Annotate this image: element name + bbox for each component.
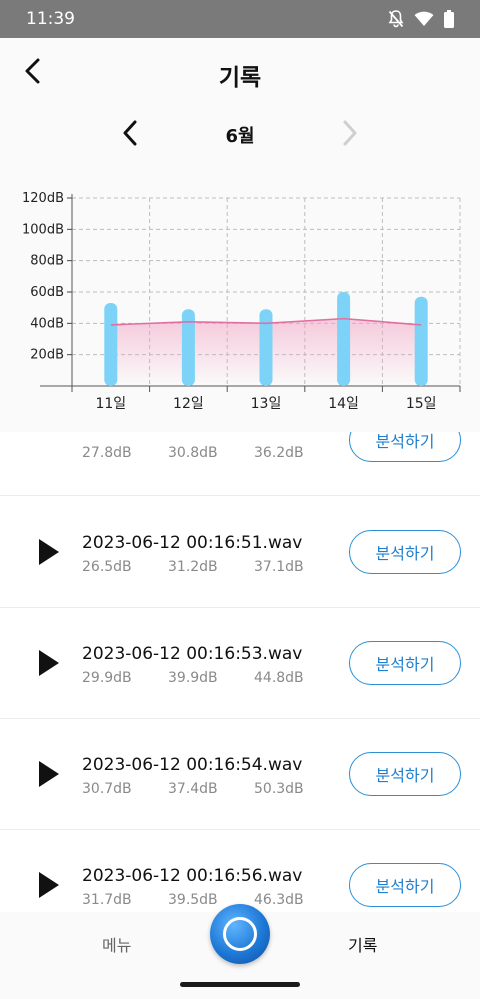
x-tick-label: 14일 [328,396,359,412]
recording-filename: 2023-06-12 00:16:51.wav [82,533,303,553]
chart-bar [181,309,195,386]
recording-filename: 2023-06-12 00:16:56.wav [82,866,303,886]
analyze-button[interactable]: 분석하기 [349,530,461,574]
home-handle[interactable] [180,982,300,987]
wifi-icon [414,11,434,26]
recording-db-avg: 31.2dB [168,559,218,575]
recording-filename: 2023-06-12 00:16:54.wav [82,755,303,775]
recording-db-min: 29.9dB [82,670,132,686]
recording-db-max: 36.2dB [254,445,304,461]
record-icon [223,917,257,951]
y-tick-label: 100dB [22,222,64,237]
nav-record-tab[interactable]: 기록 [348,932,377,956]
recording-db-max: 37.1dB [254,559,304,575]
analyze-button[interactable]: 분석하기 [349,752,461,796]
recording-db-max: 50.3dB [254,781,304,797]
analyze-button[interactable]: 분석하기 [349,863,461,907]
chevron-right-icon[interactable] [338,118,362,148]
play-icon[interactable] [36,870,62,900]
recording-row: 2023-06-12 00:16:51.wav 26.5dB 31.2dB 37… [0,497,480,608]
x-tick-label: 12일 [173,396,204,412]
recording-db-max: 44.8dB [254,670,304,686]
notifications-off-icon [388,10,404,28]
recording-db-max: 46.3dB [254,892,304,908]
month-label: 6월 [225,126,255,147]
y-tick-label: 20dB [30,348,64,363]
chart-bar [259,309,273,386]
play-icon[interactable] [36,537,62,567]
status-icons [388,10,454,28]
recording-row: 2023-06-12 00:16:53.wav 29.9dB 39.9dB 44… [0,608,480,719]
recording-filename: 2023-06-12 00:16:53.wav [82,644,303,664]
chart-svg: 20dB 40dB 60dB 80dB 100dB 120dB 11일 12일 13일 14일 15… [22,191,461,412]
y-tick-label: 60dB [30,285,64,300]
app-header: 기록 [0,38,480,105]
recording-db-min: 31.7dB [82,892,132,908]
x-tick-label: 13일 [251,396,282,412]
recording-row: 27.8dB 30.8dB 36.2dB 분석하기 [0,432,480,496]
y-tick-label: 40dB [30,316,64,331]
chart-bar [337,292,351,386]
y-tick-label: 80dB [30,254,64,269]
y-tick-label: 120dB [22,191,64,206]
decibel-chart: 20dB 40dB 60dB 80dB 100dB 120dB 11일 12일 13일 14일 15… [0,164,480,432]
recording-db-avg: 39.9dB [168,670,218,686]
recording-row: 2023-06-12 00:16:54.wav 30.7dB 37.4dB 50… [0,719,480,830]
play-icon[interactable] [36,759,62,789]
status-bar: 11:39 [0,0,480,38]
recording-db-min: 26.5dB [82,559,132,575]
chart-bar [104,302,118,386]
recording-db-avg: 39.5dB [168,892,218,908]
play-icon[interactable] [36,648,62,678]
recording-db-min: 30.7dB [82,781,132,797]
recording-db-avg: 30.8dB [168,445,218,461]
analyze-button[interactable]: 분석하기 [349,432,461,462]
record-button[interactable] [210,904,270,964]
analyze-button[interactable]: 분석하기 [349,641,461,685]
chart-bar [414,296,428,386]
page-title: 기록 [218,65,262,91]
battery-icon [444,10,454,28]
system-nav-bar [0,970,480,999]
status-time: 11:39 [26,9,75,29]
recording-db-avg: 37.4dB [168,781,218,797]
nav-menu-tab[interactable]: 메뉴 [102,932,131,956]
recording-row: 2023-06-12 00:16:56.wav 31.7dB 39.5dB 46… [0,830,480,912]
recording-db-min: 27.8dB [82,445,132,461]
recording-list[interactable]: 27.8dB 30.8dB 36.2dB 분석하기 2023-06-12 00:… [0,432,480,912]
x-tick-label: 15일 [406,396,437,412]
month-navigator: 6월 [0,104,480,164]
x-tick-label: 11일 [95,396,126,412]
